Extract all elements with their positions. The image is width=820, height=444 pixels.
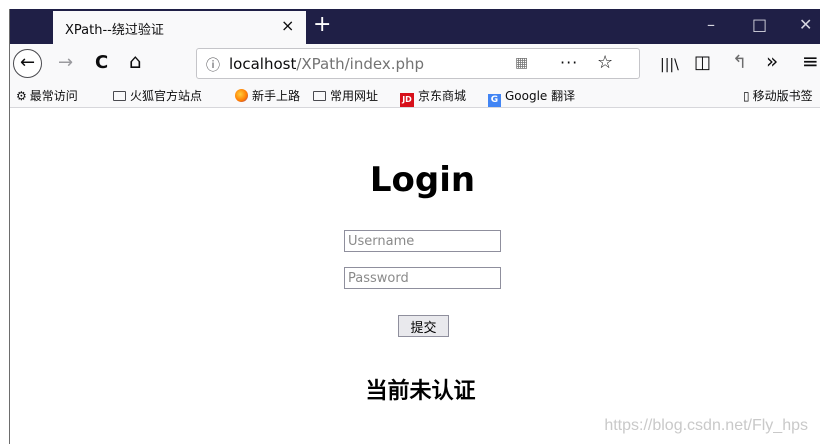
bookmark-label: 常用网址 bbox=[330, 89, 379, 103]
page-actions-icon[interactable]: ··· bbox=[560, 53, 578, 72]
close-window-button[interactable]: ✕ bbox=[799, 15, 812, 34]
forward-button[interactable]: → bbox=[58, 53, 73, 73]
page-title: Login bbox=[369, 160, 476, 200]
info-icon[interactable]: ⓘ bbox=[206, 55, 220, 75]
password-input[interactable] bbox=[344, 267, 501, 289]
qr-code-icon[interactable]: ▦ bbox=[515, 55, 528, 71]
sidebar-icon[interactable]: ◫ bbox=[694, 53, 711, 73]
bookmark-label: 移动版书签 bbox=[752, 89, 813, 103]
jd-icon: JD bbox=[400, 93, 414, 107]
bookmark-star-icon[interactable]: ☆ bbox=[597, 52, 613, 73]
overflow-menu-icon[interactable]: » bbox=[766, 51, 778, 71]
page-content: Login 提交 当前未认证 https://blog.csdn.net/Fly… bbox=[10, 108, 820, 444]
submit-button[interactable]: 提交 bbox=[398, 315, 449, 337]
minimize-button[interactable]: – bbox=[707, 15, 715, 34]
google-translate-icon: G bbox=[488, 94, 501, 107]
undo-arrow-icon[interactable]: ↰ bbox=[732, 53, 747, 73]
bookmark-most-visited[interactable]: ⚙ 最常访问 bbox=[16, 87, 78, 104]
active-tab[interactable]: XPath--绕过验证 × bbox=[53, 9, 306, 44]
new-tab-button[interactable]: + bbox=[313, 12, 331, 37]
folder-icon bbox=[313, 91, 326, 101]
hamburger-menu-icon[interactable]: ≡ bbox=[802, 51, 819, 71]
auth-status-text: 当前未认证 bbox=[365, 379, 476, 404]
tab-close-icon[interactable]: × bbox=[281, 16, 294, 35]
maximize-button[interactable]: □ bbox=[752, 15, 767, 34]
folder-icon bbox=[113, 91, 126, 101]
mobile-device-icon: ▯ bbox=[743, 89, 750, 103]
watermark: https://blog.csdn.net/Fly_hps bbox=[604, 417, 808, 434]
home-button[interactable]: ⌂ bbox=[129, 51, 142, 71]
bookmark-label: 京东商城 bbox=[418, 89, 467, 103]
url-path: /XPath/index.php bbox=[296, 55, 425, 73]
title-bar: XPath--绕过验证 × + – □ ✕ bbox=[10, 9, 820, 44]
url-text[interactable]: localhost/XPath/index.php bbox=[229, 55, 424, 73]
bookmark-label: 新手上路 bbox=[252, 89, 301, 103]
gear-icon: ⚙ bbox=[16, 89, 27, 103]
bookmark-common-sites[interactable]: 常用网址 bbox=[313, 87, 378, 104]
bookmark-label: 最常访问 bbox=[29, 89, 78, 103]
reload-button[interactable]: C bbox=[95, 53, 108, 73]
url-host: localhost bbox=[229, 55, 297, 73]
tab-title: XPath--绕过验证 bbox=[65, 23, 164, 38]
library-icon[interactable]: |||\ bbox=[660, 55, 679, 75]
bookmark-mobile[interactable]: ▯ 移动版书签 bbox=[743, 87, 813, 104]
browser-window: XPath--绕过验证 × + – □ ✕ ← → C ⌂ ⓘ localhos… bbox=[9, 9, 820, 444]
back-button[interactable]: ← bbox=[13, 49, 42, 78]
bookmark-getting-started[interactable]: 新手上路 bbox=[235, 87, 300, 104]
bookmark-label: 火狐官方站点 bbox=[130, 89, 203, 103]
bookmark-google-translate[interactable]: G Google 翻译 bbox=[488, 87, 575, 107]
navigation-bar: ← → C ⌂ ⓘ localhost/XPath/index.php ▦ ··… bbox=[10, 44, 820, 84]
bookmarks-bar: ⚙ 最常访问 火狐官方站点 新手上路 常用网址 JD 京东商城 G Google 翻译… bbox=[10, 84, 820, 108]
url-bar[interactable]: ⓘ localhost/XPath/index.php ▦ ··· ☆ bbox=[196, 48, 640, 79]
firefox-icon bbox=[235, 89, 248, 102]
username-input[interactable] bbox=[344, 230, 501, 252]
bookmark-label: Google 翻译 bbox=[505, 89, 576, 103]
bookmark-jd[interactable]: JD 京东商城 bbox=[400, 87, 466, 107]
bookmark-firefox-official[interactable]: 火狐官方站点 bbox=[113, 87, 202, 104]
